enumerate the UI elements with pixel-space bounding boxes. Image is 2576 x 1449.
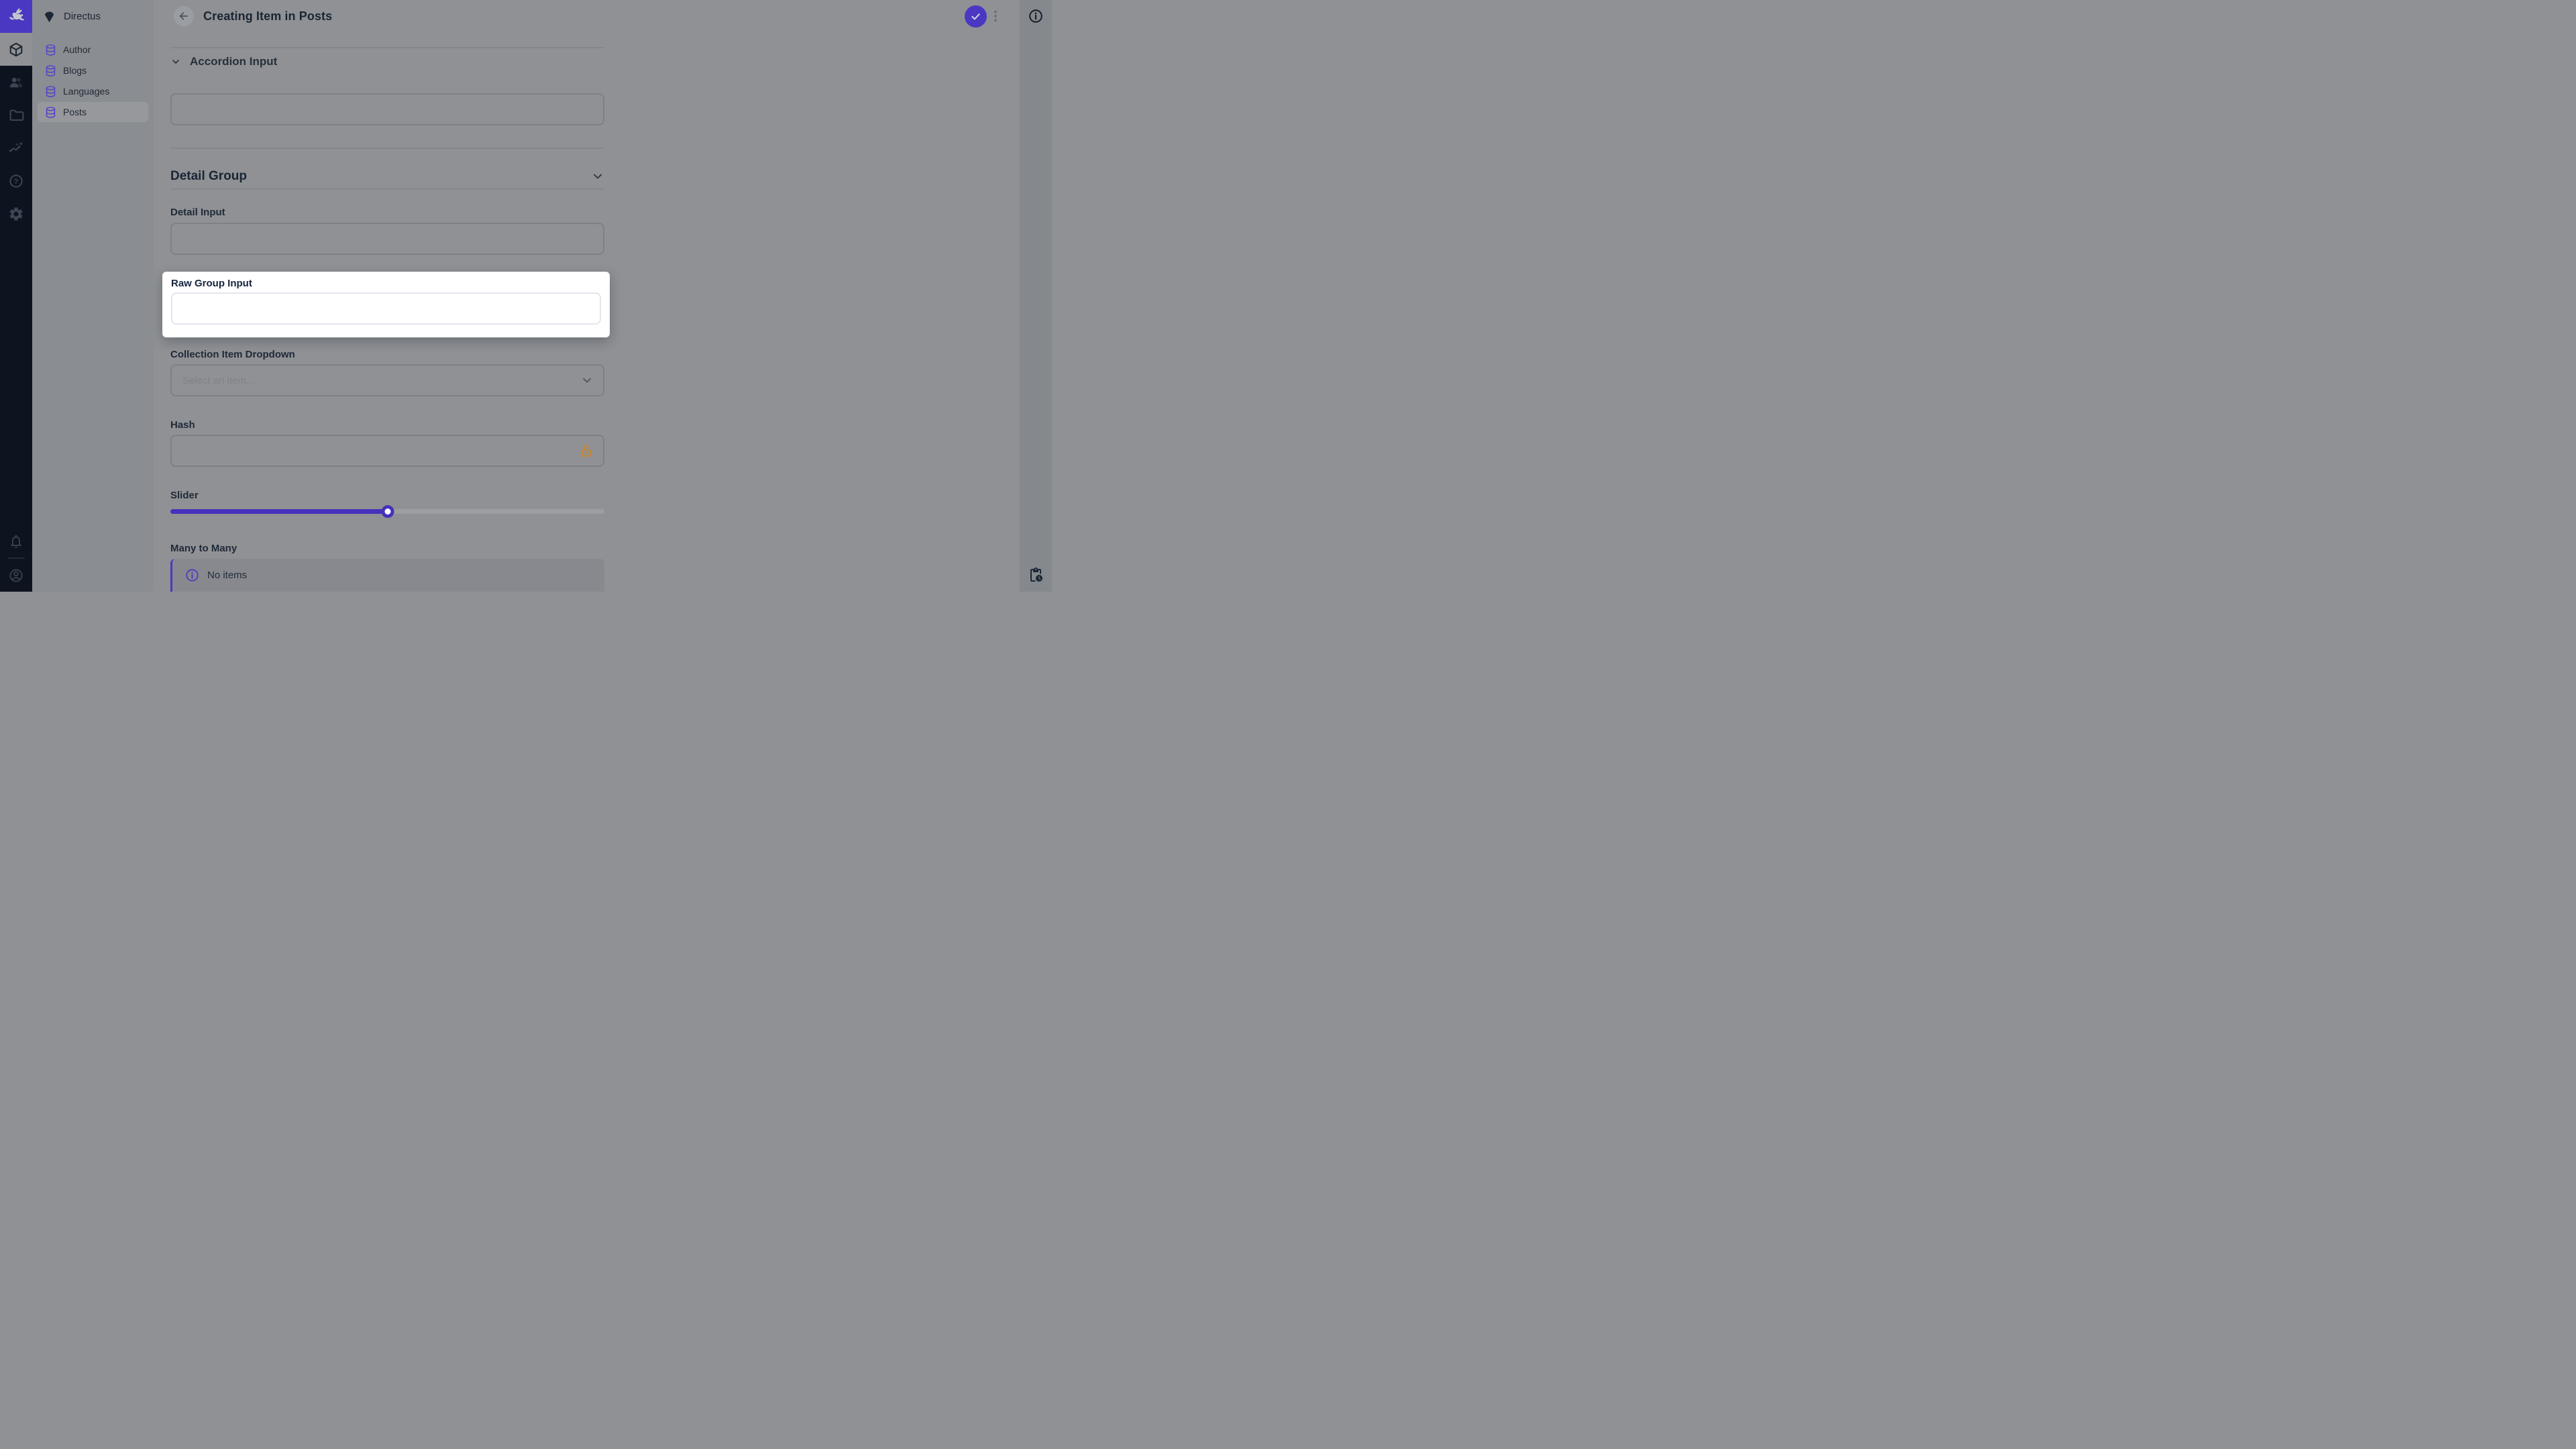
chevron-down-icon: [580, 374, 594, 387]
page-header: Creating Item in Posts: [154, 0, 1020, 32]
item-form: Accordion Input Detail Group Detail Inpu…: [154, 32, 1020, 592]
detail-group-title: Detail Group: [170, 169, 247, 184]
info-icon: [185, 568, 199, 582]
slider-label: Slider: [170, 490, 199, 501]
directus-logo[interactable]: [0, 0, 32, 33]
module-insights[interactable]: [0, 131, 32, 164]
select-placeholder: Select an item...: [182, 375, 255, 386]
folder-icon: [8, 107, 24, 123]
accordion-title: Accordion Input: [190, 55, 277, 68]
insights-icon: [8, 140, 24, 156]
module-users[interactable]: [0, 66, 32, 99]
raw-group-input[interactable]: [171, 292, 601, 325]
users-icon: [8, 74, 24, 91]
divider: [170, 148, 604, 149]
form-column: Accordion Input Detail Group Detail Inpu…: [170, 32, 604, 592]
lock-open-icon[interactable]: [579, 443, 594, 458]
accordion-section-header[interactable]: Accordion Input: [170, 53, 277, 70]
many-to-many-label: Many to Many: [170, 543, 237, 554]
divider: [170, 189, 604, 190]
detail-input[interactable]: [170, 223, 604, 255]
check-icon: [969, 10, 982, 23]
hash-input[interactable]: [170, 435, 604, 467]
nav-item-label: Blogs: [63, 65, 87, 76]
raw-group-input-label: Raw Group Input: [171, 278, 601, 289]
detail-input-label: Detail Input: [170, 207, 225, 218]
nav-sidebar: Directus Author Blogs: [32, 0, 154, 592]
project-name: Directus: [64, 11, 101, 22]
nav-item-author[interactable]: Author: [38, 40, 148, 60]
revisions-panel-button[interactable]: [1028, 567, 1044, 583]
chevron-down-icon: [170, 56, 181, 67]
svg-text:?: ?: [14, 178, 19, 186]
help-icon: ?: [8, 173, 24, 189]
database-icon: [44, 106, 57, 119]
collection-item-dropdown[interactable]: Select an item...: [170, 364, 604, 396]
many-to-many-empty-notice: No items: [170, 559, 604, 592]
nav-item-label: Languages: [63, 86, 109, 97]
chevron-down-icon: [591, 170, 604, 183]
info-icon: [1028, 8, 1044, 24]
fan-icon: [42, 9, 56, 23]
settings-icon: [8, 206, 24, 222]
database-icon: [44, 85, 57, 98]
right-sidebar-strip: [1020, 0, 1052, 592]
module-bar-bottom: [0, 525, 32, 592]
detail-group-header[interactable]: Detail Group: [170, 167, 604, 185]
raw-group-input-card: Raw Group Input: [162, 272, 610, 337]
info-panel-button[interactable]: [1028, 8, 1044, 24]
empty-state-text: No items: [207, 570, 247, 581]
header-actions: [965, 5, 1001, 28]
project-switcher[interactable]: Directus: [32, 0, 154, 33]
collections-nav: Author Blogs Languages: [32, 33, 154, 122]
kebab-menu-icon: [994, 8, 997, 24]
divider: [170, 47, 604, 48]
nav-item-posts[interactable]: Posts: [38, 102, 148, 122]
page-title: Creating Item in Posts: [203, 9, 332, 23]
accordion-input[interactable]: [170, 93, 604, 125]
module-settings[interactable]: [0, 197, 32, 230]
slider-fill: [170, 509, 388, 514]
slider-thumb[interactable]: [381, 505, 394, 518]
back-button[interactable]: [174, 6, 194, 26]
account-button[interactable]: [0, 559, 32, 592]
nav-item-languages[interactable]: Languages: [38, 81, 148, 101]
database-icon: [44, 64, 57, 77]
database-icon: [44, 44, 57, 56]
nav-item-label: Posts: [63, 107, 87, 117]
box-icon: [8, 42, 24, 58]
more-options-button[interactable]: [990, 5, 1001, 28]
module-content[interactable]: [0, 33, 32, 66]
user-circle-icon: [8, 568, 24, 584]
save-button[interactable]: [965, 5, 987, 28]
hash-label: Hash: [170, 419, 195, 431]
collection-item-dropdown-label: Collection Item Dropdown: [170, 349, 295, 360]
nav-item-label: Author: [63, 44, 91, 55]
notifications-button[interactable]: [0, 525, 32, 557]
rabbit-icon: [5, 5, 28, 28]
module-bar: ?: [0, 0, 32, 592]
bell-icon: [8, 533, 24, 549]
module-files[interactable]: [0, 99, 32, 131]
app-window: ?: [0, 0, 1052, 592]
nav-item-blogs[interactable]: Blogs: [38, 60, 148, 80]
clipboard-clock-icon: [1028, 567, 1044, 583]
slider-input[interactable]: [170, 504, 604, 517]
module-help[interactable]: ?: [0, 164, 32, 197]
arrow-left-icon: [178, 9, 190, 23]
